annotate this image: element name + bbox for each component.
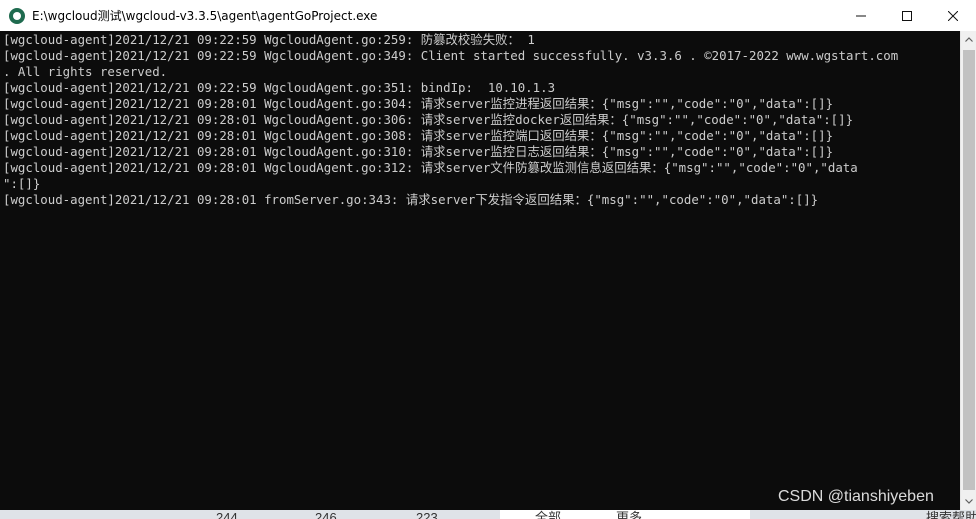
wgcloud-app-icon[interactable] bbox=[9, 7, 25, 24]
title-bar[interactable]: E:\wgcloud测试\wgcloud-v3.3.5\agent\agentG… bbox=[0, 0, 976, 31]
close-icon bbox=[948, 10, 958, 21]
background-cell: 244 bbox=[216, 510, 238, 519]
scrollbar-thumb[interactable] bbox=[963, 50, 975, 490]
console-line: [wgcloud-agent]2021/12/21 09:28:01 fromS… bbox=[3, 192, 819, 207]
csdn-watermark: CSDN @tianshiyeben bbox=[778, 488, 934, 505]
console-output[interactable]: [wgcloud-agent]2021/12/21 09:22:59 Wgclo… bbox=[0, 31, 960, 510]
console-line: [wgcloud-agent]2021/12/21 09:28:01 Wgclo… bbox=[3, 128, 834, 143]
close-button[interactable] bbox=[930, 0, 976, 31]
console-line: [wgcloud-agent]2021/12/21 09:28:01 Wgclo… bbox=[3, 160, 858, 175]
window-controls bbox=[838, 0, 976, 31]
vertical-scrollbar[interactable] bbox=[960, 31, 976, 510]
console-line: [wgcloud-agent]2021/12/21 09:28:01 Wgclo… bbox=[3, 112, 854, 127]
background-cell: 246 bbox=[315, 510, 337, 519]
minimize-button[interactable] bbox=[838, 0, 884, 31]
background-cell: 全部 bbox=[535, 510, 562, 519]
console-line: [wgcloud-agent]2021/12/21 09:22:59 Wgclo… bbox=[3, 80, 556, 95]
scroll-down-button[interactable] bbox=[961, 493, 976, 510]
console-window: E:\wgcloud测试\wgcloud-v3.3.5\agent\agentG… bbox=[0, 0, 976, 519]
console-line: . All rights reserved. bbox=[3, 64, 168, 79]
console-line: [wgcloud-agent]2021/12/21 09:22:59 Wgclo… bbox=[3, 32, 535, 47]
window-title: E:\wgcloud测试\wgcloud-v3.3.5\agent\agentG… bbox=[32, 9, 378, 23]
chevron-down-icon bbox=[965, 499, 973, 504]
console-line: [wgcloud-agent]2021/12/21 09:28:01 Wgclo… bbox=[3, 144, 834, 159]
background-cell: 搜索帮助 bbox=[926, 510, 976, 519]
maximize-button[interactable] bbox=[884, 0, 930, 31]
maximize-icon bbox=[902, 10, 912, 21]
console-line: [wgcloud-agent]2021/12/21 09:28:01 Wgclo… bbox=[3, 96, 834, 111]
background-window-strip: 244 246 223 全部 更多 搜索帮助 bbox=[0, 510, 976, 519]
minimize-icon bbox=[856, 15, 866, 16]
console-line: ":[]} bbox=[3, 176, 41, 191]
scroll-up-button[interactable] bbox=[961, 31, 976, 48]
background-cell: 223 bbox=[416, 510, 438, 519]
console-line: [wgcloud-agent]2021/12/21 09:22:59 Wgclo… bbox=[3, 48, 899, 63]
background-cell: 更多 bbox=[616, 510, 643, 519]
chevron-up-icon bbox=[965, 37, 973, 42]
